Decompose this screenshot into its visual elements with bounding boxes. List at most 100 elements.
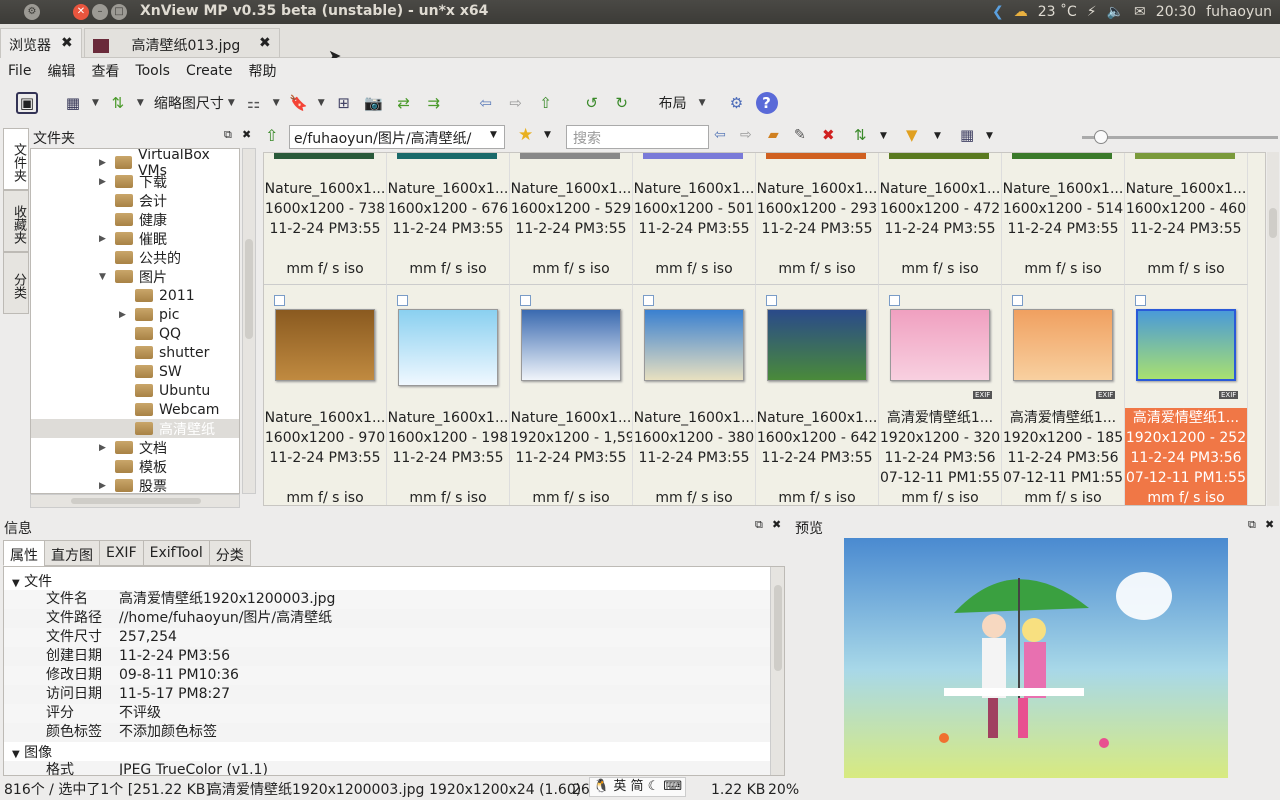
help-icon[interactable]: ? [755, 92, 778, 114]
chevron-down-icon[interactable]: ▼ [92, 98, 99, 108]
thumbnail-item[interactable]: Nature_1600x1... 1600x1200 - 460 11-2-24 P… [1125, 153, 1248, 284]
arrow-left-icon[interactable]: ⇦ [475, 92, 497, 114]
thumbnail-checkbox[interactable] [889, 295, 900, 306]
tree-item[interactable]: ▶ pic [119, 305, 237, 324]
float-panel-icon[interactable]: ⧉ [224, 128, 232, 142]
search-input[interactable]: 搜索 [566, 125, 709, 149]
thumbnail-checkbox[interactable] [643, 295, 654, 306]
thumb-size-slider[interactable] [1082, 130, 1278, 144]
chevron-down-icon[interactable]: ▼ [228, 98, 235, 108]
chevron-down-icon[interactable]: ▼ [137, 98, 144, 108]
convert-icon[interactable]: ⇄ [393, 92, 415, 114]
close-icon[interactable]: ✖ [259, 35, 271, 51]
tree-item[interactable]: ▼ 图片 [99, 267, 237, 286]
thumbnail-checkbox[interactable] [274, 295, 285, 306]
tree-item[interactable]: ▶ 股票 [99, 476, 237, 494]
bookmark-icon[interactable]: 🔖 [288, 92, 310, 114]
filter-icon[interactable]: ▼ [906, 126, 918, 144]
camera-icon[interactable]: 📷 [363, 92, 385, 114]
chevron-right-icon[interactable]: ▶ [99, 234, 106, 244]
delete-icon[interactable]: ✖ [822, 126, 835, 144]
float-panel-icon[interactable]: ⧉ [1248, 518, 1256, 532]
chevron-down-icon[interactable]: ▼ [934, 131, 941, 141]
close-panel-icon[interactable]: ✖ [242, 128, 251, 141]
chevron-right-icon[interactable]: ▶ [99, 158, 106, 168]
battery-icon[interactable]: ⚡ [1087, 4, 1097, 20]
props-scrollbar[interactable] [770, 567, 784, 775]
chevron-right-icon[interactable]: ▶ [99, 481, 106, 491]
thumbnail-item[interactable]: Nature_1600x1... 1600x1200 - 501 11-2-24 P… [633, 153, 756, 284]
sort-icon[interactable]: ⇅ [107, 92, 129, 114]
next-icon[interactable]: ⇨ [740, 127, 752, 143]
view-mode-icon[interactable]: ▦ [960, 126, 974, 144]
tree-item[interactable]: QQ [135, 324, 237, 343]
temperature[interactable]: 23 ˚C [1038, 4, 1077, 20]
thumbnail-checkbox[interactable] [397, 295, 408, 306]
tree-scrollbar[interactable] [242, 148, 256, 494]
tree-hscrollbar[interactable] [30, 494, 240, 508]
chevron-down-icon[interactable]: ▼ [318, 98, 325, 108]
side-tab-favorites[interactable]: 收藏夹 [3, 190, 29, 252]
folder-tree-icon[interactable]: ⊞ [333, 92, 355, 114]
volume-icon[interactable]: 🔈 [1107, 4, 1124, 20]
menu-tools[interactable]: Tools [127, 63, 178, 79]
close-window-button[interactable]: ✕ [73, 4, 89, 20]
layout-menu[interactable]: 布局 [659, 93, 687, 113]
go-up-icon[interactable]: ⇧ [265, 126, 278, 145]
tree-item[interactable]: ▶ VirtualBox VMs [99, 149, 237, 179]
weather-icon[interactable]: ☁ [1014, 4, 1028, 20]
mail-icon[interactable]: ✉ [1134, 4, 1146, 20]
new-folder-icon[interactable]: ▰ [768, 127, 779, 143]
thumbnail-checkbox[interactable] [766, 295, 777, 306]
menu-view[interactable]: 查看 [83, 61, 127, 81]
settings-icon[interactable]: ⚙ [726, 92, 748, 114]
ime-toolbar[interactable]: 🐧 英 简 ☾ ⌨ [589, 777, 687, 797]
chevron-right-icon[interactable]: ▶ [119, 310, 126, 320]
network-icon[interactable]: ❮ [992, 4, 1004, 20]
thumbnail-item[interactable]: Nature_1600x1... 1600x1200 - 970 11-2-24 P… [264, 284, 387, 505]
tree-item[interactable]: Ubuntu [135, 381, 237, 400]
thumbnail-item[interactable]: EXIF 高清爱情壁纸1... 1920x1200 - 252 11-2-24 PM3… [1125, 284, 1248, 505]
tree-item[interactable]: 模板 [115, 457, 237, 476]
tab-image[interactable]: 高清壁纸013.jpg ✖ [84, 28, 280, 58]
prev-icon[interactable]: ⇦ [714, 127, 726, 143]
keyboard-icon[interactable]: ⌨ [663, 779, 682, 794]
thumbnail-item[interactable]: Nature_1600x1... 1920x1200 - 1,593 11-2-24… [510, 284, 633, 505]
tab-histogram[interactable]: 直方图 [44, 540, 100, 566]
thumbnail-item[interactable]: Nature_1600x1... 1600x1200 - 472 11-2-24 P… [879, 153, 1002, 284]
tree-item[interactable]: 健康 [115, 210, 237, 229]
export-icon[interactable]: ⇉ [423, 92, 445, 114]
thumbnail-item[interactable]: Nature_1600x1... 1600x1200 - 514 11-2-24 P… [1002, 153, 1125, 284]
thumbnail-item[interactable]: Nature_1600x1... 1600x1200 - 676 11-2-24 P… [387, 153, 510, 284]
group-image[interactable]: ▼ 图像 [12, 742, 52, 762]
side-tab-folders[interactable]: 文件夹 [3, 128, 29, 190]
rotate-right-icon[interactable]: ↻ [611, 92, 633, 114]
chevron-down-icon[interactable]: ▼ [490, 130, 497, 140]
thumb-size-menu[interactable]: 缩略图尺寸 [154, 93, 224, 113]
tree-item[interactable]: 高清壁纸 [31, 419, 239, 438]
thumbnail-checkbox[interactable] [1135, 295, 1146, 306]
grid-scrollbar[interactable] [1267, 152, 1279, 506]
arrow-right-icon[interactable]: ⇨ [505, 92, 527, 114]
thumbnail-item[interactable]: Nature_1600x1... 1600x1200 - 198 11-2-24 P… [387, 284, 510, 505]
menu-edit[interactable]: 编辑 [39, 61, 83, 81]
chevron-down-icon[interactable]: ▼ [880, 131, 887, 141]
rotate-left-icon[interactable]: ↺ [581, 92, 603, 114]
user-menu[interactable]: fuhaoyun [1206, 4, 1272, 20]
arrow-up-icon[interactable]: ⇧ [535, 92, 557, 114]
close-panel-icon[interactable]: ✖ [772, 518, 781, 531]
tab-browser[interactable]: 浏览器 ✖ [0, 28, 82, 58]
tree-item[interactable]: 会计 [115, 191, 237, 210]
path-input[interactable]: e/fuhaoyun/图片/高清壁纸/ [289, 125, 505, 149]
close-icon[interactable]: ✖ [61, 35, 73, 51]
close-panel-icon[interactable]: ✖ [1265, 518, 1274, 531]
filter-icon[interactable]: ⚏ [243, 92, 265, 114]
chevron-down-icon[interactable]: ▼ [99, 272, 106, 282]
thumbnail-item[interactable]: EXIF 高清爱情壁纸1... 1920x1200 - 320 11-2-24 PM3… [879, 284, 1002, 505]
chevron-down-icon[interactable]: ▼ [544, 130, 551, 140]
tree-item[interactable]: 公共的 [115, 248, 237, 267]
rename-icon[interactable]: ✎ [794, 127, 806, 143]
tree-item[interactable]: shutter [135, 343, 237, 362]
tab-categories[interactable]: 分类 [208, 540, 251, 566]
chevron-right-icon[interactable]: ▶ [99, 177, 106, 187]
